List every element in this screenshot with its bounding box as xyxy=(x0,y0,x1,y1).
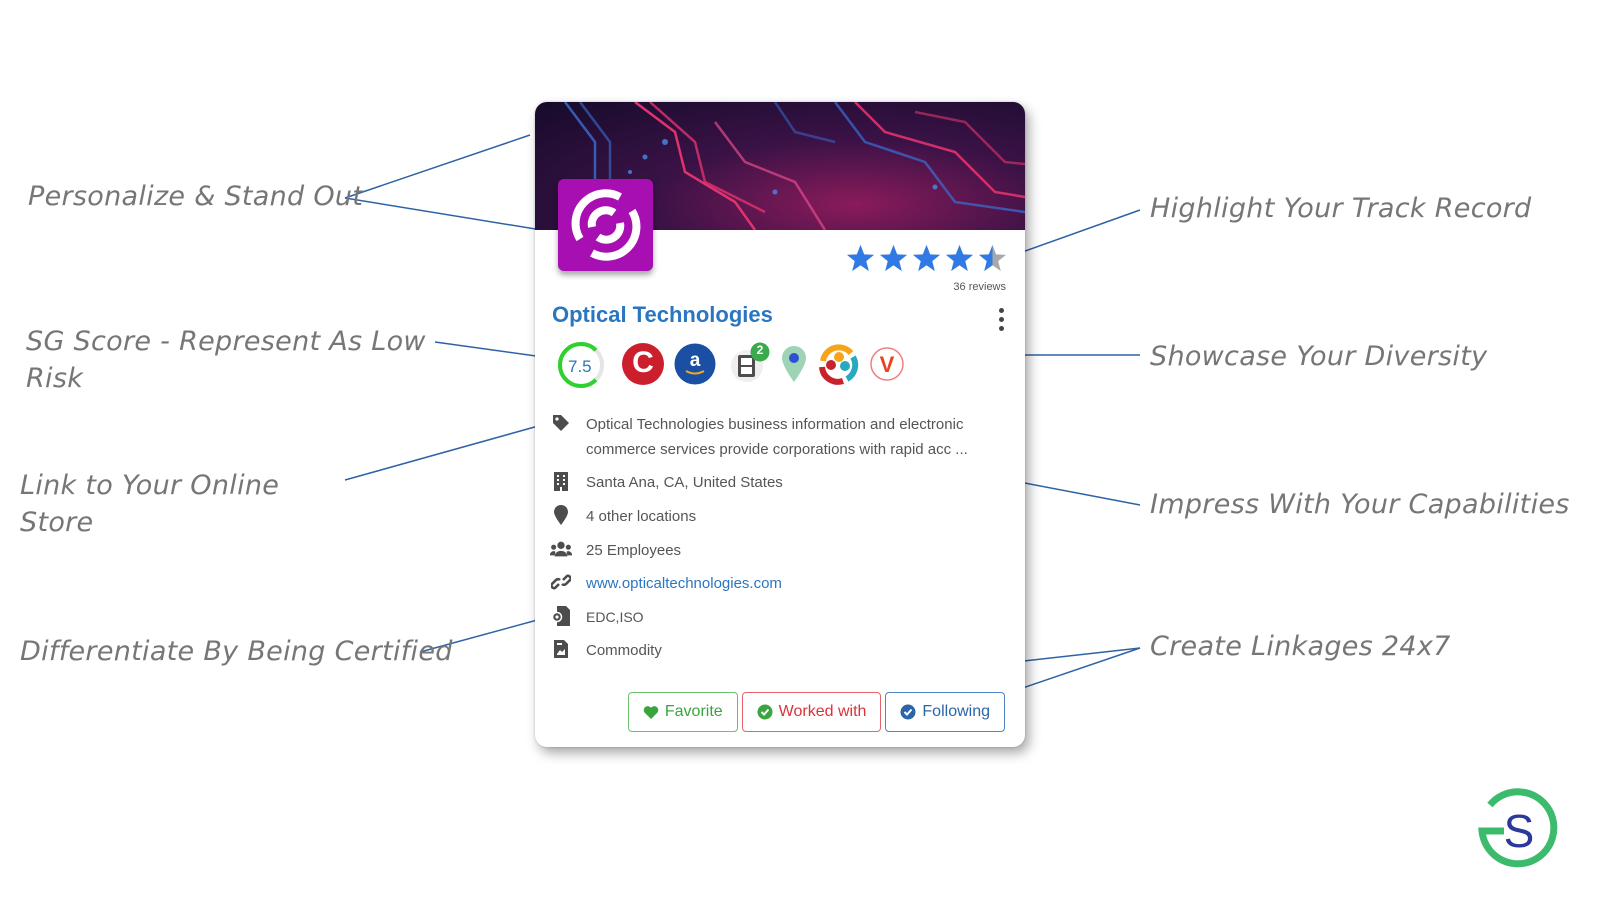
annotation-diversity: Showcase Your Diversity xyxy=(1150,341,1488,372)
employee-count: 25 Employees xyxy=(586,542,682,559)
sg-score-value: 7.5 xyxy=(568,357,592,376)
commodity-label: Commodity xyxy=(586,642,662,659)
map-marker-icon xyxy=(550,504,572,526)
rating-star[interactable] xyxy=(879,244,908,272)
building-icon xyxy=(550,470,572,492)
veteran-owned-badge[interactable]: V xyxy=(869,346,905,387)
company-logo-mark xyxy=(571,189,640,261)
annotation-certified: Differentiate By Being Certified xyxy=(20,636,453,667)
website-link[interactable]: www.opticaltechnologies.com xyxy=(586,571,782,596)
company-profile-card: 36 reviews Optical Technologies 7.5 C a xyxy=(535,102,1025,747)
rating-stars[interactable] xyxy=(846,244,1007,272)
annotation-sg-score: SG Score - Represent As Low Risk xyxy=(26,326,426,394)
heart-icon xyxy=(643,705,659,719)
company-logo[interactable] xyxy=(558,179,653,271)
annotation-track-record: Highlight Your Track Record xyxy=(1150,193,1532,224)
capability-documents-badge[interactable]: 2 xyxy=(729,342,773,391)
location-pin-badge[interactable] xyxy=(779,344,809,389)
annotation-capabilities: Impress With Your Capabilities xyxy=(1150,489,1570,520)
company-description: Optical Technologies business informatio… xyxy=(586,416,968,458)
veteran-glyph: V xyxy=(879,352,895,377)
rating-star[interactable] xyxy=(978,244,1007,272)
link-icon xyxy=(550,571,572,593)
certifications-list: EDC,ISO xyxy=(586,609,644,625)
reviews-count[interactable]: 36 reviews xyxy=(953,281,1006,293)
connector-personalize-banner xyxy=(344,134,531,199)
rating-star[interactable] xyxy=(912,244,941,272)
following-button-label: Following xyxy=(922,703,990,720)
other-locations-link[interactable]: 4 other locations xyxy=(586,504,696,529)
tag-icon xyxy=(550,412,572,434)
diversity-badge[interactable] xyxy=(817,343,859,390)
brand-logo: S xyxy=(1478,787,1560,875)
more-options-menu-icon[interactable] xyxy=(997,306,1005,334)
badge-row: 7.5 C a 2 V xyxy=(555,340,955,389)
description-row: Optical Technologies business informatio… xyxy=(550,412,1010,462)
company-details: Optical Technologies business informatio… xyxy=(550,412,1010,663)
commodity-row: Commodity xyxy=(550,638,1010,663)
annotation-online-store: Link to Your Online Store xyxy=(20,470,280,538)
other-locations-row: 4 other locations xyxy=(550,504,1010,529)
worked-with-button[interactable]: Worked with xyxy=(741,692,882,732)
following-button[interactable]: Following xyxy=(885,692,1005,732)
rating-star[interactable] xyxy=(846,244,875,272)
worked-with-button-label: Worked with xyxy=(778,703,867,720)
cage-code-badge[interactable]: C xyxy=(621,342,665,391)
address-row: Santa Ana, CA, United States xyxy=(550,470,1010,495)
card-action-buttons: Favorite Worked with Following xyxy=(627,692,1005,732)
svg-text:S: S xyxy=(1504,805,1535,857)
annotation-linkages: Create Linkages 24x7 xyxy=(1150,631,1451,662)
annotation-personalize: Personalize & Stand Out xyxy=(28,181,364,212)
employees-row: 25 Employees xyxy=(550,538,1010,563)
connector-personalize-logo xyxy=(344,197,561,234)
documents-count-badge: 2 xyxy=(756,343,764,357)
check-circle-icon xyxy=(757,704,773,720)
company-address: Santa Ana, CA, United States xyxy=(586,474,783,491)
sg-score-gauge[interactable]: 7.5 xyxy=(555,340,607,393)
certifications-row: EDC,ISO xyxy=(550,605,1010,630)
users-icon xyxy=(550,538,572,560)
favorite-button-label: Favorite xyxy=(664,703,723,720)
cage-code-glyph: C xyxy=(632,346,654,379)
amazon-glyph: a xyxy=(689,350,701,371)
brand-s-logo-icon: S xyxy=(1478,788,1558,868)
website-row: www.opticaltechnologies.com xyxy=(550,571,1010,596)
favorite-button[interactable]: Favorite xyxy=(627,692,738,732)
file-image-icon xyxy=(550,638,572,660)
amazon-store-link-badge[interactable]: a xyxy=(674,343,716,390)
company-name[interactable]: Optical Technologies xyxy=(552,302,773,328)
check-circle-icon xyxy=(900,704,916,720)
certificate-file-icon xyxy=(550,605,572,627)
rating-star[interactable] xyxy=(945,244,974,272)
